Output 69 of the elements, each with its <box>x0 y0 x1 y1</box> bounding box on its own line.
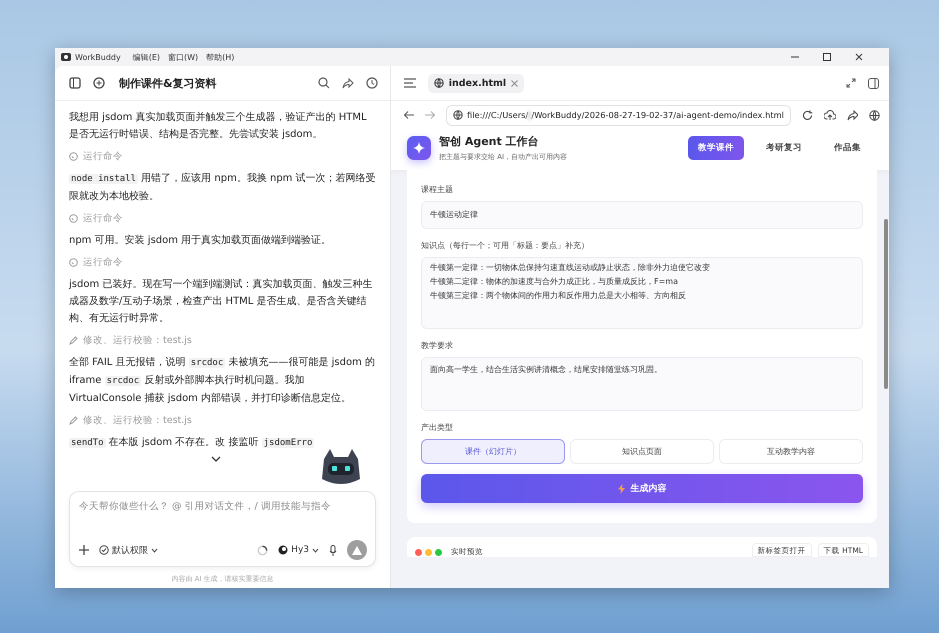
window-dot-icon <box>415 549 422 556</box>
chat-message: 我想用 jsdom 真实加载页面并触发三个生成器，验证产出的 HTML 是否无运行时错误、结构是否完整。先尝试安装 jsdom。 <box>69 110 368 142</box>
lightning-icon <box>618 484 624 494</box>
output-type-option[interactable]: 课件（幻灯片） <box>421 439 565 464</box>
window-dot-icon <box>435 549 442 556</box>
pencil-icon <box>69 336 78 345</box>
new-chat-icon[interactable] <box>93 77 105 89</box>
add-icon[interactable] <box>79 545 89 555</box>
share-icon[interactable] <box>342 77 354 89</box>
globe-icon[interactable] <box>869 110 880 120</box>
send-button[interactable] <box>347 540 367 560</box>
brand-title: 智创 Agent 工作台 <box>439 134 540 149</box>
menu-item[interactable]: 窗口(W) <box>168 52 198 62</box>
field-label: 课程主题 <box>421 184 454 195</box>
menu-item[interactable]: 编辑(E) <box>132 52 160 62</box>
window-dot-icon <box>425 549 432 556</box>
chat-message: 全部 FAIL 且无报错，说明 srcdoc 未被填充——很可能是 jsdom 的 iframe srcdoc 反射或外部脚本执行时机问题。我加 VirtualConsole 捕获 jsdom 内部错误，并打印诊断信息定位。 <box>69 356 376 406</box>
maximize-icon[interactable] <box>823 53 831 61</box>
expand-icon[interactable] <box>846 78 856 88</box>
chevron-down-icon <box>211 456 221 462</box>
output-type-option[interactable]: 互动教学内容 <box>719 439 863 464</box>
chat-message: sendTo 在本版 jsdom 不存在。改 接监听 jsdomErro <box>69 436 316 450</box>
field-label: 产出类型 <box>421 422 454 433</box>
chevron-down-icon <box>151 548 158 552</box>
chat-message: node install 用错了，应该用 npm。我换 npm 试一次；若网络受限就改为本地校验。 <box>69 172 376 204</box>
chevron-down-icon <box>312 548 319 552</box>
history-icon[interactable] <box>366 77 378 89</box>
menu-icon[interactable] <box>404 78 416 88</box>
field-label: 知识点（每行一个；可用「标题：要点」补充） <box>421 240 590 251</box>
field-label: 教学要求 <box>421 340 454 351</box>
sidebar-toggle-icon[interactable] <box>69 77 81 89</box>
url-field[interactable]: file:///C:/Users/ /WorkBuddy/2026-08-27-19-02-37/ai-agent-demo/index.html <box>446 104 791 126</box>
loading-spinner-icon <box>257 544 268 556</box>
chat-input-field[interactable]: 今天帮你做些什么？ @ 引用对话文件，/ 调用技能与指令 默认权限 Hy3 <box>69 491 376 567</box>
chat-message: jsdom 已装好。现在写一个端到端测试：真实加载页面、触发三种生成器及数学/互动子场景，检查产出 HTML 是否生成、是否含关键结构、有无运行时异常。 <box>69 278 374 326</box>
knowledge-points-field[interactable]: 牛顿第一定律：一切物体总保持匀速直线运动或静止状态，除非外力迫使它改变 牛顿第二定律：物体的加速度与合外力成正比，与质量成反比，F=ma 牛顿第三定律：两个物体间的作用力和反作用力总是大小相等、方向相反 <box>421 257 863 329</box>
topic-input-field[interactable]: 牛顿运动定律 <box>421 201 863 229</box>
browser-tab[interactable]: index.html <box>428 74 524 92</box>
chat-message: npm 可用。安装 jsdom 用于真实加载页面做端到端验证。 <box>69 234 332 248</box>
panel-icon[interactable] <box>868 78 879 88</box>
back-icon[interactable] <box>404 111 414 119</box>
clock-icon <box>69 214 78 223</box>
send-triangle-icon <box>352 546 362 554</box>
generate-button[interactable]: 生成内容 <box>421 474 863 503</box>
model-dropdown[interactable]: Hy3 <box>278 545 319 555</box>
requirement-field[interactable]: 面向高一学生，结合生活实例讲清概念，结尾安排随堂练习巩固。 <box>421 357 863 411</box>
globe-icon <box>434 78 444 88</box>
chat-title: 制作课件&复习资料 <box>119 76 217 90</box>
nav-tab[interactable]: 教学课件 <box>688 136 744 160</box>
nav-tab[interactable]: 考研复习 <box>756 136 812 160</box>
globe-icon <box>453 110 463 120</box>
check-circle-icon <box>99 545 109 555</box>
reload-icon[interactable] <box>802 110 813 120</box>
output-type-option[interactable]: 知识点页面 <box>570 439 714 464</box>
app-logo-icon <box>61 52 71 62</box>
model-logo-icon <box>278 545 288 555</box>
microphone-icon[interactable] <box>329 544 337 556</box>
app-name: WorkBuddy <box>75 52 121 62</box>
close-icon[interactable] <box>855 53 863 61</box>
menu-item[interactable]: 帮助(H) <box>206 52 234 62</box>
search-icon[interactable] <box>318 77 330 89</box>
share-icon[interactable] <box>847 110 858 120</box>
upload-icon[interactable] <box>824 110 836 120</box>
nav-tab[interactable]: 作品集 <box>824 136 871 160</box>
clock-icon <box>69 152 78 161</box>
pencil-icon <box>69 416 78 425</box>
sparkle-logo-icon <box>407 136 431 160</box>
clock-icon <box>69 258 78 267</box>
permission-dropdown[interactable]: 默认权限 <box>99 544 158 556</box>
